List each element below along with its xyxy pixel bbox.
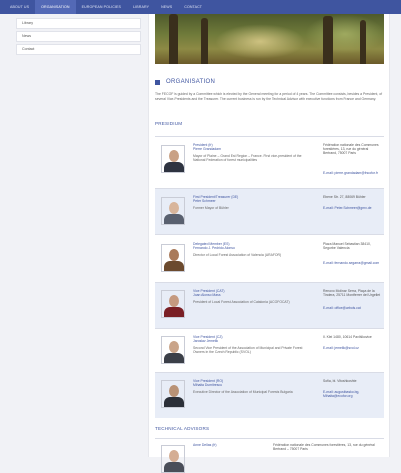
member-address: Plaza Manuel Sebastian 38410, Segorbe Va… <box>323 242 371 251</box>
member-email[interactable]: E-mail: office@arbols.cat <box>323 306 383 310</box>
top-nav: ABOUT US ORGANISATION EUROPEAN POLICIES … <box>0 0 401 14</box>
nav-news[interactable]: NEWS <box>155 0 178 14</box>
member-email[interactable]: E-mail: augustbasko.bg, Mihaita@ecofor.o… <box>323 390 383 398</box>
member-photo <box>161 145 185 173</box>
member-name: Peter Schmeer <box>193 199 216 203</box>
nav-organisation[interactable]: ORGANISATION <box>35 0 76 14</box>
member-card: Vice President (CAT) Joan Alonso Mass Pr… <box>155 282 384 328</box>
member-description: Former Mayor of Bühler <box>193 206 229 210</box>
member-photo <box>161 380 185 408</box>
member-card: Vice President (CZ) Jaroslav Jemelik Sec… <box>155 328 384 372</box>
member-card: Vice President (RO) Mihaita Dumitrescu E… <box>155 372 384 418</box>
member-address: Renovo Molinar Serra, Plaça de la Tinder… <box>323 289 381 298</box>
member-name: Jaroslav Jemelik <box>193 339 219 343</box>
member-description: Mayor of Plaine – Grand Est Region – Fra… <box>193 154 302 163</box>
member-address: Fédération nationale des Communes forest… <box>323 143 379 156</box>
member-email[interactable]: E-mail: Peter.Schmeer@gmx.de <box>323 206 383 210</box>
advisor-address: Fédération nationale des Communes forest… <box>273 443 375 452</box>
member-photo <box>161 244 185 272</box>
advisor-photo <box>161 445 185 473</box>
member-address: Il. Klei 1480, 10614 Pavlíškovice <box>323 335 372 339</box>
member-address: Ebene Str. 27, 88069 Bühler <box>323 195 366 199</box>
square-bullet-icon <box>155 79 160 85</box>
member-card: Delegated Member (ES) Fernando J. Pedrid… <box>155 234 384 282</box>
member-email[interactable]: E-mail: fernando.segarra@gmail.com <box>323 261 383 265</box>
member-card: President (fr) Pierre Grandadam Mayor of… <box>155 136 384 188</box>
advisor-card: Anne Dellas (fr) Fédération nationale de… <box>155 438 384 473</box>
sidebar: Library News Contact <box>16 18 141 57</box>
member-photo <box>161 197 185 225</box>
member-card: First President/Treasurer (DE) Peter Sch… <box>155 188 384 234</box>
nav-library[interactable]: LIBRARY <box>127 0 155 14</box>
main-content: ORGANISATION The FECOF is guided by a Co… <box>148 14 390 473</box>
page-title: ORGANISATION <box>155 79 215 85</box>
page-title-text: ORGANISATION <box>166 79 216 85</box>
member-description: Director of Local Forest Association of … <box>193 253 282 257</box>
member-description: President of Local Forest Association of… <box>193 300 290 304</box>
member-address: Sofia, bl. Vitoshkoshte <box>323 379 357 383</box>
member-name: Mihaita Dumitrescu <box>193 383 223 387</box>
presidium-title: PRESIDIUM <box>155 121 183 126</box>
member-email[interactable]: E-mail: pierre.grandadam@fncofor.fr <box>323 171 383 175</box>
intro-paragraph: The FECOF is guided by a Committee which… <box>155 92 383 102</box>
technical-advisors-title: TECHNICAL ADVISORS <box>155 426 210 431</box>
member-description: Second Vice President of the Association… <box>193 346 303 355</box>
member-email[interactable]: E-mail: jemelik@svol.cz <box>323 346 383 350</box>
nav-about-us[interactable]: ABOUT US <box>4 0 35 14</box>
sidebar-item-library[interactable]: Library <box>16 18 141 29</box>
member-photo <box>161 290 185 318</box>
member-name: Joan Alonso Mass <box>193 293 221 297</box>
forest-hero-image <box>155 14 384 64</box>
member-description: Executive Director of the Association of… <box>193 390 293 394</box>
nav-european-policies[interactable]: EUROPEAN POLICIES <box>76 0 127 14</box>
member-name: Fernando J. Pedrido Alonso <box>193 246 235 250</box>
sidebar-item-news[interactable]: News <box>16 31 141 42</box>
member-photo <box>161 336 185 364</box>
member-name: Pierre Grandadam <box>193 147 221 151</box>
sidebar-item-contact[interactable]: Contact <box>16 44 141 55</box>
nav-contact[interactable]: CONTACT <box>178 0 208 14</box>
